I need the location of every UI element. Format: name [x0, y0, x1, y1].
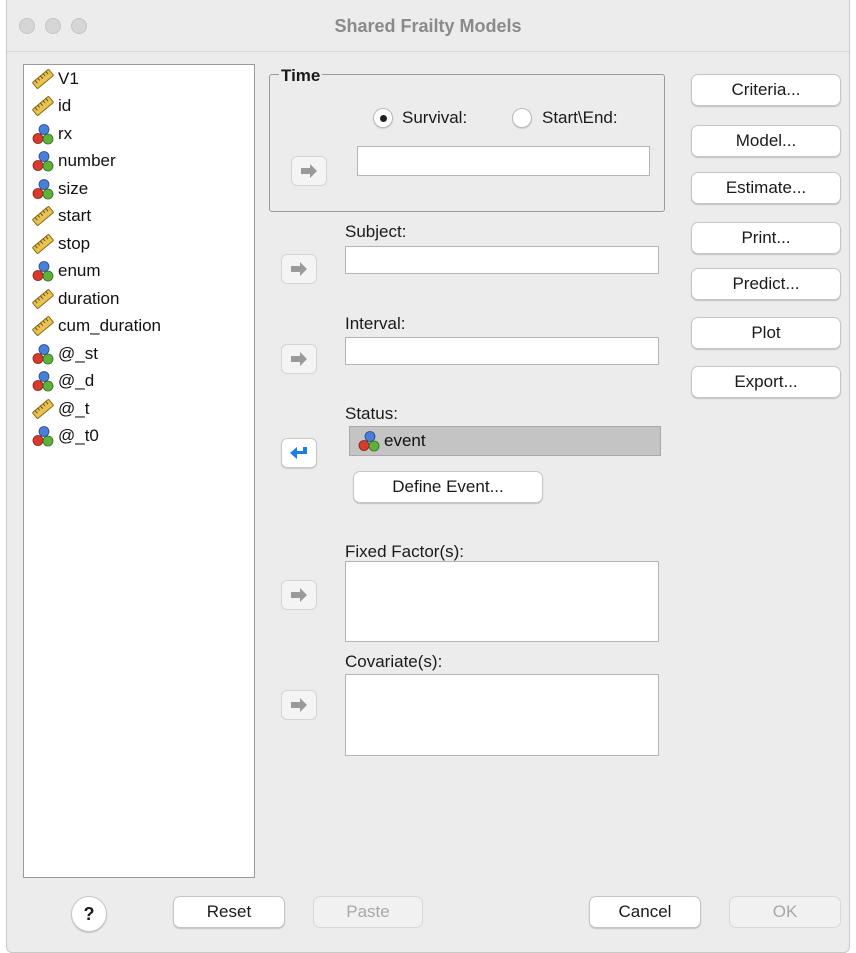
model-button[interactable]: Model...	[691, 125, 841, 157]
variable-list-item[interactable]: @_t0	[24, 423, 254, 451]
variable-name: stop	[58, 233, 91, 253]
interval-move-button[interactable]	[281, 344, 317, 374]
time-group	[269, 74, 665, 212]
variable-list-item[interactable]: size	[24, 175, 254, 203]
title-bar: Shared Frailty Models	[7, 0, 849, 52]
variable-list-item[interactable]: @_t	[24, 395, 254, 423]
nominal-icon	[32, 343, 54, 365]
nominal-icon	[32, 371, 54, 392]
export-button[interactable]: Export...	[691, 366, 841, 398]
variable-name: id	[58, 96, 72, 116]
variable-list-item[interactable]: V1	[24, 65, 254, 93]
status-field[interactable]: event	[349, 426, 661, 456]
ok-button[interactable]: OK	[729, 896, 841, 928]
variable-list-item[interactable]: duration	[24, 285, 254, 313]
variable-list[interactable]: V1 id rx number size start stop enum duration cum…	[23, 64, 255, 878]
variable-name: V1	[58, 68, 79, 88]
variable-name: cum_duration	[58, 316, 162, 336]
window-title: Shared Frailty Models	[334, 16, 522, 36]
arrow-right-icon	[301, 164, 317, 178]
nominal-icon	[32, 178, 54, 200]
interval-label: Interval:	[345, 314, 406, 333]
reset-button[interactable]: Reset	[173, 896, 285, 928]
variable-list-item[interactable]: stop	[24, 230, 254, 258]
variable-list-item[interactable]: id	[24, 93, 254, 121]
paste-button[interactable]: Paste	[313, 896, 423, 928]
variable-name: enum	[58, 261, 101, 281]
ruler-icon	[32, 95, 54, 117]
status-variable: event	[384, 431, 426, 450]
variable-list-item[interactable]: start	[24, 203, 254, 231]
time-variable-field[interactable]	[357, 146, 650, 176]
nominal-icon	[32, 123, 54, 145]
fixed-factors-list[interactable]	[345, 561, 659, 642]
ruler-icon	[32, 315, 54, 337]
cancel-button[interactable]: Cancel	[589, 896, 701, 928]
variable-name: @_t0	[58, 426, 99, 446]
subject-label: Subject:	[345, 222, 407, 241]
variable-name: @_d	[58, 371, 95, 391]
survival-radio-label: Survival:	[402, 108, 468, 127]
print-button[interactable]: Print...	[691, 222, 841, 254]
time-move-button[interactable]	[291, 156, 327, 186]
interval-field[interactable]	[345, 337, 659, 365]
nominal-icon	[358, 431, 380, 452]
start-end-radio[interactable]	[512, 108, 532, 128]
nominal-icon	[32, 151, 54, 172]
variable-list-item[interactable]: enum	[24, 258, 254, 286]
variable-list-item[interactable]: @_d	[24, 368, 254, 396]
start-end-radio-label: Start\End:	[542, 108, 618, 127]
subject-field[interactable]	[345, 246, 659, 274]
fixed-factors-label: Fixed Factor(s):	[345, 542, 465, 561]
variable-name: @_st	[58, 343, 98, 363]
variable-list-item[interactable]: @_st	[24, 340, 254, 368]
ruler-icon	[32, 233, 54, 255]
arrow-left-icon	[290, 447, 307, 459]
fixed-factors-move-button[interactable]	[281, 580, 317, 610]
variable-name: duration	[58, 288, 120, 308]
variable-name: size	[58, 178, 89, 198]
criteria-button[interactable]: Criteria...	[691, 74, 841, 106]
status-move-back-button[interactable]	[281, 438, 317, 468]
arrow-right-icon	[291, 588, 307, 602]
arrow-right-icon	[291, 262, 307, 276]
define-event-button[interactable]: Define Event...	[353, 471, 543, 503]
nominal-icon	[32, 426, 54, 447]
nominal-icon	[32, 261, 54, 282]
variable-list-item[interactable]: number	[24, 148, 254, 176]
covariates-move-button[interactable]	[281, 690, 317, 720]
status-label: Status:	[345, 404, 398, 423]
subject-move-button[interactable]	[281, 254, 317, 284]
help-button[interactable]: ?	[71, 896, 107, 932]
variable-list-item[interactable]: cum_duration	[24, 313, 254, 341]
ruler-icon	[32, 205, 54, 227]
plot-button[interactable]: Plot	[691, 317, 841, 349]
predict-button[interactable]: Predict...	[691, 268, 841, 300]
variable-list-item[interactable]: rx	[24, 120, 254, 148]
variable-name: rx	[58, 123, 73, 143]
variable-name: start	[58, 206, 92, 226]
ruler-icon	[32, 398, 54, 420]
arrow-right-icon	[291, 698, 307, 712]
variable-name: number	[58, 151, 116, 171]
dialog-window: Shared Frailty Models V1 id rx number size st…	[6, 0, 850, 953]
ruler-icon	[32, 68, 54, 90]
ruler-icon	[32, 288, 54, 310]
covariates-list[interactable]	[345, 674, 659, 756]
estimate-button[interactable]: Estimate...	[691, 172, 841, 204]
survival-radio[interactable]	[373, 108, 393, 128]
variable-name: @_t	[58, 398, 90, 418]
time-group-legend: Time	[279, 66, 323, 86]
arrow-right-icon	[291, 352, 307, 366]
covariates-label: Covariate(s):	[345, 652, 443, 671]
